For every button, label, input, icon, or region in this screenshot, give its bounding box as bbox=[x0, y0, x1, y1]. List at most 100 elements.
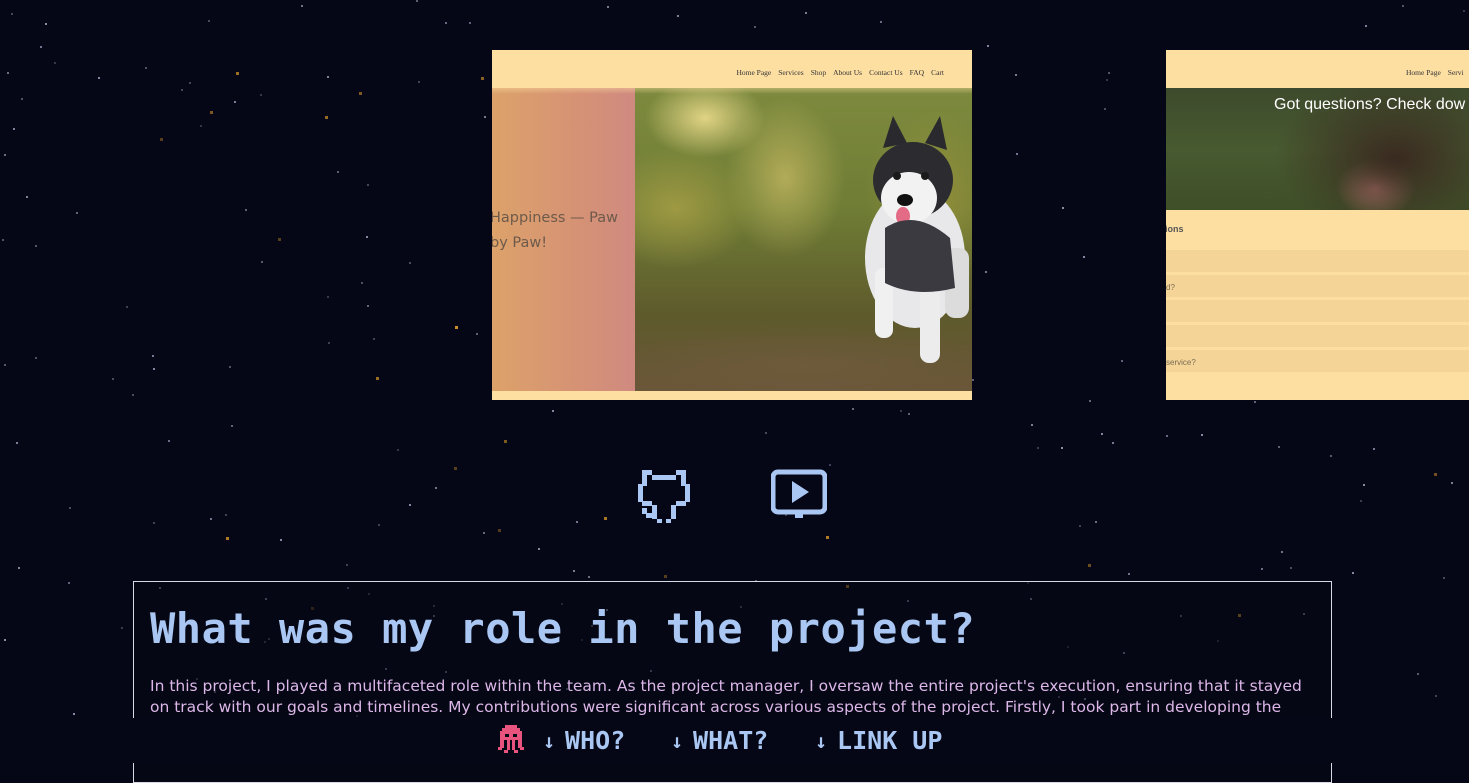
star bbox=[73, 713, 75, 715]
star bbox=[145, 67, 147, 69]
star bbox=[588, 576, 590, 578]
star bbox=[160, 138, 163, 141]
husky-illustration bbox=[865, 116, 969, 363]
star bbox=[245, 209, 247, 211]
star bbox=[361, 282, 363, 284]
star bbox=[445, 22, 447, 24]
star bbox=[378, 524, 380, 526]
star bbox=[765, 432, 767, 434]
star bbox=[69, 507, 71, 509]
star bbox=[1079, 525, 1081, 527]
nav-item: Shop bbox=[810, 68, 827, 77]
star bbox=[1254, 401, 1256, 403]
github-link[interactable] bbox=[636, 468, 692, 524]
star bbox=[1290, 567, 1292, 569]
faq-row: service? bbox=[1166, 350, 1469, 372]
site-nav: Home Page Servi bbox=[1406, 68, 1464, 77]
nav-item: FAQ bbox=[909, 68, 925, 77]
star bbox=[1062, 207, 1064, 209]
faq-row: d? bbox=[1166, 275, 1469, 297]
star bbox=[366, 236, 368, 238]
star bbox=[168, 440, 170, 442]
nav-link-what[interactable]: ↓ WHAT? bbox=[671, 726, 768, 755]
star bbox=[985, 271, 987, 273]
star bbox=[132, 394, 134, 396]
star bbox=[1281, 551, 1283, 553]
project-screenshot-faq[interactable]: Home Page Servi Got questions? Check dow… bbox=[1166, 50, 1469, 400]
play-video-icon bbox=[770, 469, 828, 518]
faq-hero-photo: Got questions? Check dow bbox=[1166, 88, 1469, 210]
star bbox=[181, 89, 183, 91]
github-icon bbox=[638, 470, 690, 523]
star bbox=[1365, 25, 1367, 27]
star bbox=[126, 306, 128, 308]
hero-tagline: Happiness — Paw by Paw! bbox=[492, 210, 619, 251]
star bbox=[483, 532, 485, 534]
star bbox=[1108, 72, 1110, 74]
star bbox=[481, 77, 484, 80]
star bbox=[367, 184, 369, 186]
star bbox=[225, 514, 227, 516]
star bbox=[325, 116, 328, 119]
nav-item: Services bbox=[778, 68, 804, 77]
star bbox=[1128, 573, 1130, 575]
header-fade bbox=[492, 80, 972, 94]
star bbox=[260, 94, 262, 96]
star bbox=[409, 262, 411, 264]
nav-link-label: WHO? bbox=[565, 726, 626, 755]
star bbox=[153, 522, 155, 524]
star bbox=[152, 355, 154, 357]
nav-item: Home Page bbox=[736, 68, 772, 77]
faq-heading: estions bbox=[1166, 224, 1184, 234]
star bbox=[504, 440, 507, 443]
site-nav: Home Page Services Shop About Us Contact… bbox=[736, 68, 944, 77]
star bbox=[852, 408, 854, 410]
octopus-icon[interactable] bbox=[498, 725, 524, 753]
star bbox=[538, 548, 540, 550]
star bbox=[476, 333, 478, 335]
star bbox=[1112, 442, 1114, 444]
star bbox=[900, 410, 902, 412]
star bbox=[1166, 435, 1168, 437]
star bbox=[1061, 447, 1063, 449]
video-demo-link[interactable] bbox=[770, 468, 828, 524]
star bbox=[573, 570, 575, 572]
arrow-down-icon: ↓ bbox=[671, 728, 684, 753]
nav-link-link-up[interactable]: ↓ LINK UP bbox=[815, 726, 942, 755]
star bbox=[45, 23, 47, 25]
star bbox=[1016, 153, 1018, 155]
star bbox=[278, 238, 281, 241]
star bbox=[373, 338, 375, 340]
nav-link-label: WHAT? bbox=[693, 726, 769, 755]
nav-link-who[interactable]: ↓ WHO? bbox=[543, 726, 625, 755]
nav-item: Cart bbox=[931, 68, 944, 77]
star bbox=[552, 410, 554, 412]
star bbox=[1373, 448, 1375, 450]
star bbox=[4, 364, 6, 366]
arrow-down-icon: ↓ bbox=[815, 728, 828, 753]
role-title: What was my role in the project? bbox=[150, 604, 976, 653]
star bbox=[153, 368, 155, 370]
star bbox=[2, 239, 4, 241]
star bbox=[98, 77, 100, 79]
project-screenshot-home[interactable]: Home Page Services Shop About Us Contact… bbox=[492, 50, 972, 400]
star bbox=[35, 357, 37, 359]
star bbox=[1451, 482, 1453, 484]
star bbox=[327, 76, 329, 78]
star bbox=[210, 111, 213, 114]
star bbox=[409, 504, 411, 506]
faq-list: d? service? bbox=[1166, 250, 1469, 375]
star bbox=[908, 413, 910, 415]
star bbox=[16, 442, 18, 444]
star bbox=[236, 72, 239, 75]
star bbox=[1095, 521, 1097, 523]
star bbox=[576, 521, 578, 523]
star bbox=[231, 425, 233, 427]
star bbox=[40, 46, 42, 48]
star bbox=[880, 21, 882, 23]
faq-row bbox=[1166, 325, 1469, 347]
star bbox=[418, 81, 420, 83]
star bbox=[13, 128, 15, 130]
star bbox=[234, 101, 236, 103]
star bbox=[76, 212, 78, 214]
